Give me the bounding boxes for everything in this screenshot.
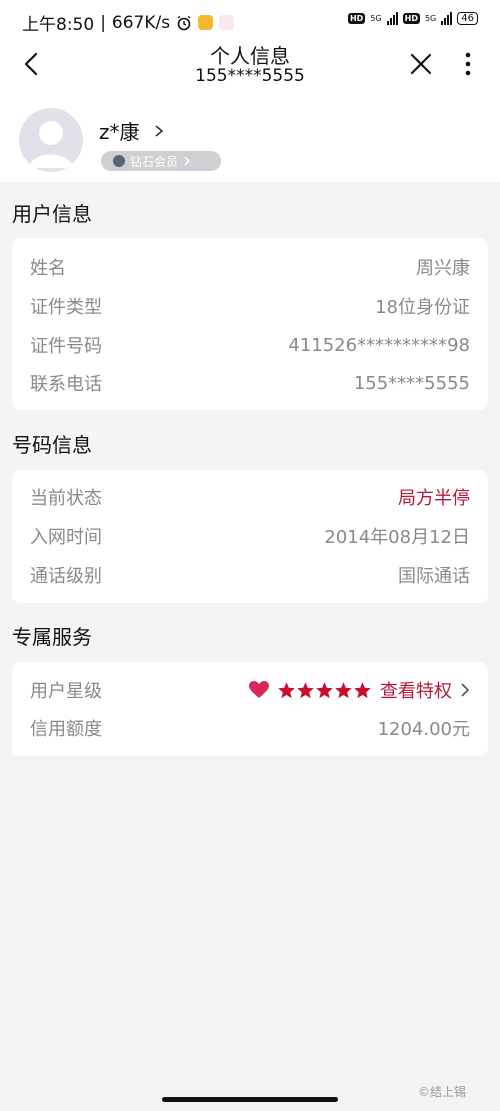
row-label: 入网时间 — [30, 527, 102, 548]
info-row: 通话级别 国际通话 — [30, 560, 470, 590]
5g-label: 5G — [424, 14, 437, 23]
diamond-icon — [113, 155, 125, 167]
star-icon — [278, 681, 295, 698]
user-name-row[interactable]: z*康 — [99, 116, 164, 145]
info-row: 联系电话 155****5555 — [30, 368, 470, 398]
battery-icon: 46 — [457, 12, 478, 25]
user-name: z*康 — [99, 120, 140, 144]
row-label: 姓名 — [30, 258, 66, 279]
more-options-icon[interactable] — [460, 50, 476, 78]
heart-icon — [249, 681, 269, 698]
row-label: 联系电话 — [30, 374, 102, 395]
star-level-value: 查看特权 — [249, 677, 470, 703]
chevron-right-icon — [154, 124, 163, 137]
info-row: 当前状态 局方半停 — [30, 482, 470, 512]
info-row: 信用额度 1204.00元 — [30, 713, 470, 743]
hd-icon: HD — [347, 13, 366, 24]
row-label: 证件类型 — [30, 297, 102, 318]
row-label: 证件号码 — [30, 336, 102, 357]
avatar[interactable] — [19, 108, 83, 172]
row-label: 用户星级 — [30, 681, 102, 702]
signal-icon — [441, 12, 453, 25]
user-info-title: 用户信息 — [12, 202, 92, 226]
signal-icon — [386, 12, 398, 25]
5g-label: 5G — [370, 14, 382, 23]
chevron-right-icon[interactable] — [460, 682, 470, 698]
row-label: 当前状态 — [30, 488, 102, 509]
number-info-title: 号码信息 — [12, 433, 92, 457]
membership-badge[interactable]: 钻石会员 — [101, 151, 221, 171]
profile-header[interactable]: z*康 钻石会员 — [0, 100, 500, 182]
row-value: 周兴康 — [416, 258, 470, 279]
chevron-right-icon — [184, 156, 190, 166]
status-left: 上午8:50 | 667K/s — [22, 10, 235, 35]
row-value: 411526**********98 — [288, 334, 470, 356]
app-notification-icon — [219, 15, 235, 30]
title-bar: 个人信息 155****5555 — [0, 44, 500, 100]
info-row: 姓名 周兴康 — [30, 252, 470, 282]
network-speed: 667K/s — [111, 12, 171, 33]
star-icon — [354, 681, 371, 698]
exclusive-service-title: 专属服务 — [12, 625, 92, 649]
exclusive-service-card: 用户星级 查看特权 信用额度 1204.00元 — [12, 662, 488, 756]
hd-icon: HD — [402, 13, 420, 24]
view-privilege-link[interactable]: 查看特权 — [380, 677, 452, 703]
notes-app-icon — [198, 15, 214, 30]
watermark: ©结上锡 — [418, 1085, 467, 1099]
alarm-icon — [177, 15, 191, 30]
row-value: 国际通话 — [398, 566, 470, 587]
number-info-card: 当前状态 局方半停 入网时间 2014年08月12日 通话级别 国际通话 — [12, 470, 488, 603]
row-value: 155****5555 — [353, 372, 470, 394]
close-icon[interactable] — [409, 52, 433, 76]
star-icon — [335, 681, 352, 698]
status-right: HD 5G HD 5G 46 — [347, 12, 478, 25]
user-info-card: 姓名 周兴康 证件类型 18位身份证 证件号码 411526**********… — [12, 238, 488, 410]
credit-value: 1204.00元 — [377, 719, 470, 740]
star-rating — [277, 681, 372, 700]
row-label: 通话级别 — [30, 566, 102, 587]
home-indicator[interactable] — [162, 1097, 338, 1102]
user-avatar-icon — [29, 121, 73, 168]
info-row: 入网时间 2014年08月12日 — [30, 521, 470, 551]
info-row: 证件号码 411526**********98 — [30, 330, 470, 360]
status-bar: 上午8:50 | 667K/s HD 5G HD 5G 46 — [0, 0, 500, 44]
row-value: 2014年08月12日 — [324, 527, 470, 548]
info-row: 证件类型 18位身份证 — [30, 291, 470, 321]
row-value: 18位身份证 — [375, 297, 470, 318]
star-level-row: 用户星级 查看特权 — [30, 675, 470, 705]
row-label: 信用额度 — [30, 719, 102, 740]
star-icon — [316, 681, 333, 698]
star-icon — [297, 681, 314, 698]
status-time: 上午8:50 — [22, 15, 95, 35]
membership-label: 钻石会员 — [130, 154, 179, 169]
status-value: 局方半停 — [398, 488, 470, 509]
